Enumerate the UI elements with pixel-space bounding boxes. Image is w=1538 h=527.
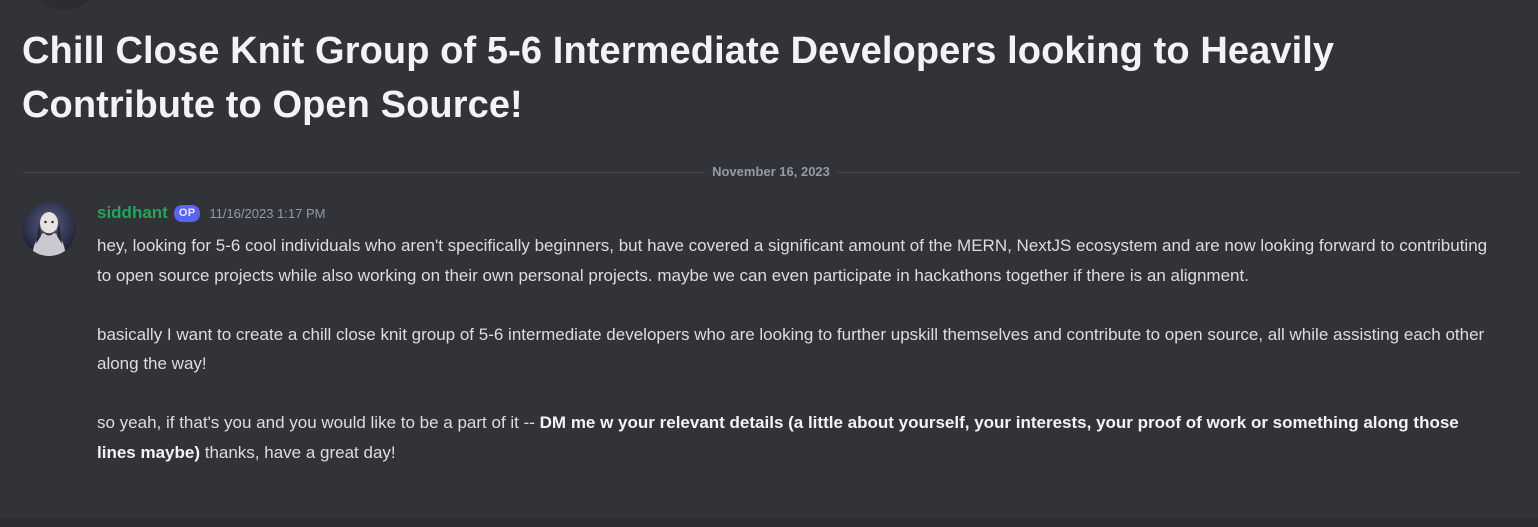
avatar-portrait-icon — [22, 202, 76, 256]
message-paragraph: basically I want to create a chill close… — [97, 324, 1485, 374]
message-paragraph: so yeah, if that's you and you would lik… — [97, 408, 1492, 467]
message-timestamp: 11/16/2023 1:17 PM — [209, 205, 326, 221]
divider-date: November 16, 2023 — [706, 164, 836, 180]
message-header: siddhant OP 11/16/2023 1:17 PM — [97, 202, 325, 224]
author-avatar[interactable] — [22, 202, 76, 256]
bottom-edge — [0, 519, 1538, 527]
message-content: hey, looking for 5-6 cool individuals wh… — [97, 231, 1492, 467]
message: siddhant OP 11/16/2023 1:17 PM hey, look… — [0, 196, 1538, 506]
previous-avatar-edge — [30, 0, 100, 10]
op-badge: OP — [173, 204, 201, 222]
author-name[interactable]: siddhant — [97, 203, 168, 223]
thread-title: Chill Close Knit Group of 5-6 Intermedia… — [22, 30, 1335, 126]
message-paragraph: hey, looking for 5-6 cool individuals wh… — [97, 236, 1488, 285]
message-text: so yeah, if that's you and you would lik… — [97, 413, 540, 432]
date-divider: November 16, 2023 — [22, 161, 1520, 183]
message-text: thanks, have a great day! — [200, 442, 396, 462]
